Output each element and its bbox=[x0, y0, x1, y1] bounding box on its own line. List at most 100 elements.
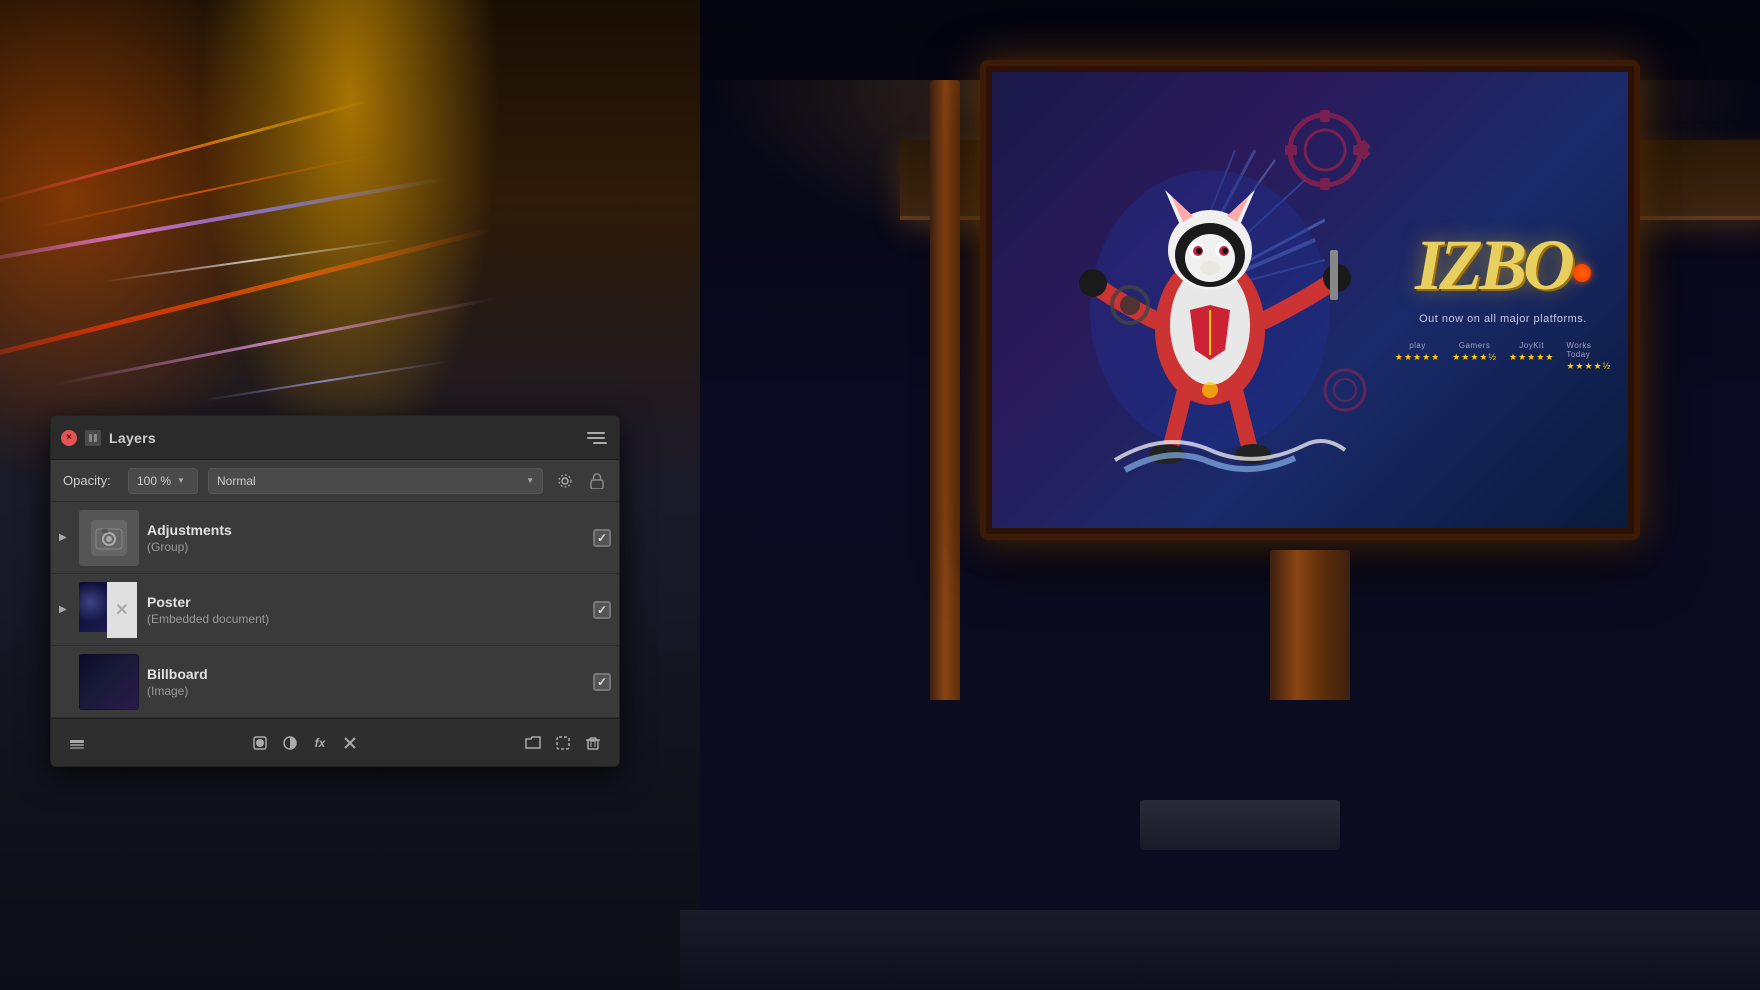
layer-name: Adjustments bbox=[147, 522, 585, 538]
mask-button[interactable] bbox=[336, 729, 364, 757]
poster-thumb-art bbox=[79, 582, 107, 632]
opacity-dropdown-arrow: ▼ bbox=[177, 476, 185, 485]
rating-stars: ★★★★½ bbox=[1452, 352, 1497, 363]
close-icon: × bbox=[66, 432, 72, 443]
rating-stars: ★★★★★ bbox=[1509, 352, 1554, 363]
game-logo-container: IZBO bbox=[1415, 229, 1591, 301]
blend-mode-dropdown[interactable]: Normal ▼ bbox=[208, 468, 543, 494]
light-streak bbox=[201, 360, 448, 401]
layer-info: Poster (Embedded document) bbox=[147, 594, 585, 626]
billboard-content: IZBO Out now on all major platforms. pla… bbox=[992, 72, 1628, 528]
light-streaks bbox=[0, 100, 680, 450]
layer-row[interactable]: Billboard (Image) ✓ bbox=[51, 646, 619, 718]
fx-icon: fx bbox=[315, 736, 326, 750]
checkmark-icon: ✓ bbox=[597, 531, 607, 545]
opacity-row: Opacity: 100 % ▼ Normal ▼ bbox=[51, 460, 619, 502]
billboard-base bbox=[1140, 800, 1340, 850]
layers-icon bbox=[69, 735, 85, 751]
pause-bar-left bbox=[89, 434, 92, 442]
rating-item: Works Today ★★★★½ bbox=[1566, 341, 1611, 372]
delete-layer-button[interactable] bbox=[579, 729, 607, 757]
platform-label: Works Today bbox=[1566, 341, 1611, 359]
layers-list: ▶ Adjustments (Group) ✓ bbox=[51, 502, 619, 718]
expand-arrow-icon[interactable]: ▶ bbox=[59, 532, 71, 543]
folder-camera-icon bbox=[94, 523, 124, 553]
rating-item: Gamers ★★★★½ bbox=[1452, 341, 1497, 372]
opacity-lock-button[interactable] bbox=[587, 471, 607, 491]
opacity-value: 100 % bbox=[137, 474, 171, 488]
bus-stop-pole bbox=[930, 80, 960, 700]
poster-thumb-white: ✕ bbox=[107, 582, 137, 638]
expand-arrow-icon[interactable]: ▶ bbox=[59, 604, 71, 615]
menu-icon-line bbox=[587, 432, 605, 434]
rating-item: JoyKit ★★★★★ bbox=[1509, 341, 1554, 372]
billboard-area: IZBO Out now on all major platforms. pla… bbox=[960, 60, 1660, 700]
checkmark-icon: ✓ bbox=[597, 603, 607, 617]
toolbar-right-group bbox=[519, 729, 607, 757]
circle-icon bbox=[252, 735, 268, 751]
layer-row[interactable]: ▶ Adjustments (Group) ✓ bbox=[51, 502, 619, 574]
billboard-pole bbox=[1270, 550, 1350, 700]
layer-info: Billboard (Image) bbox=[147, 666, 585, 698]
layer-name: Poster bbox=[147, 594, 585, 610]
layer-thumbnail bbox=[79, 510, 139, 566]
mask-icon bbox=[342, 735, 358, 751]
folder-button[interactable] bbox=[519, 729, 547, 757]
blend-mode-value: Normal bbox=[217, 474, 256, 488]
layer-visibility-checkbox[interactable]: ✓ bbox=[593, 529, 611, 547]
opacity-label: Opacity: bbox=[63, 473, 118, 488]
pause-icon bbox=[89, 434, 97, 442]
layer-row[interactable]: ▶ ✕ Poster (Embedded document) ✓ bbox=[51, 574, 619, 646]
game-tagline: Out now on all major platforms. bbox=[1419, 313, 1587, 325]
panel-close-button[interactable]: × bbox=[61, 430, 77, 446]
ratings-row: play ★★★★★ Gamers ★★★★½ JoyKit ★★★★★ Wor… bbox=[1395, 341, 1611, 372]
sidewalk bbox=[680, 910, 1760, 990]
game-title: IZBO bbox=[1415, 225, 1571, 305]
blend-dropdown-arrow: ▼ bbox=[526, 476, 534, 485]
light-streak bbox=[54, 297, 496, 386]
panel-menu-button[interactable] bbox=[585, 426, 609, 450]
layers-panel: × Layers Opacity: 100 % ▼ Normal ▼ bbox=[50, 415, 620, 767]
light-streak bbox=[0, 177, 447, 268]
fx-button[interactable]: fx bbox=[306, 729, 334, 757]
folder-icon bbox=[525, 735, 541, 751]
light-streak bbox=[0, 100, 374, 205]
selection-button[interactable] bbox=[549, 729, 577, 757]
panel-toolbar: fx bbox=[51, 718, 619, 766]
light-streak bbox=[34, 154, 377, 229]
character-area bbox=[1012, 92, 1408, 508]
billboard-thumb-art bbox=[80, 655, 138, 709]
half-circle-button[interactable] bbox=[276, 729, 304, 757]
gear-icon bbox=[557, 473, 573, 489]
poster-x-icon: ✕ bbox=[115, 600, 128, 620]
layer-visibility-checkbox[interactable]: ✓ bbox=[593, 601, 611, 619]
layer-visibility-checkbox[interactable]: ✓ bbox=[593, 673, 611, 691]
layer-thumbnail bbox=[79, 654, 139, 710]
layer-name: Billboard bbox=[147, 666, 585, 682]
circle-shape-button[interactable] bbox=[246, 729, 274, 757]
platform-label: Gamers bbox=[1459, 341, 1490, 350]
opacity-dropdown[interactable]: 100 % ▼ bbox=[128, 468, 198, 494]
half-circle-icon bbox=[282, 735, 298, 751]
platform-label: JoyKit bbox=[1519, 341, 1544, 350]
game-branding: IZBO Out now on all major platforms. pla… bbox=[1408, 229, 1608, 372]
menu-icon-line bbox=[587, 437, 605, 439]
layer-type: (Embedded document) bbox=[147, 612, 585, 626]
trash-icon bbox=[585, 735, 601, 751]
billboard-frame: IZBO Out now on all major platforms. pla… bbox=[980, 60, 1640, 540]
opacity-settings-button[interactable] bbox=[553, 469, 577, 493]
layer-type: (Group) bbox=[147, 540, 585, 554]
lock-icon bbox=[590, 473, 604, 489]
character-illustration bbox=[1035, 110, 1385, 490]
layers-stack-button[interactable] bbox=[63, 729, 91, 757]
checkmark-icon: ✓ bbox=[597, 675, 607, 689]
rating-stars: ★★★★½ bbox=[1566, 361, 1611, 372]
panel-pause-button[interactable] bbox=[85, 430, 101, 446]
platform-label: play bbox=[1409, 341, 1426, 350]
layer-info: Adjustments (Group) bbox=[147, 522, 585, 554]
toolbar-center-group: fx bbox=[246, 729, 364, 757]
toolbar-left-group bbox=[63, 729, 91, 757]
light-streak bbox=[0, 227, 492, 377]
pause-bar-right bbox=[94, 434, 97, 442]
adjustments-icon bbox=[91, 520, 127, 556]
